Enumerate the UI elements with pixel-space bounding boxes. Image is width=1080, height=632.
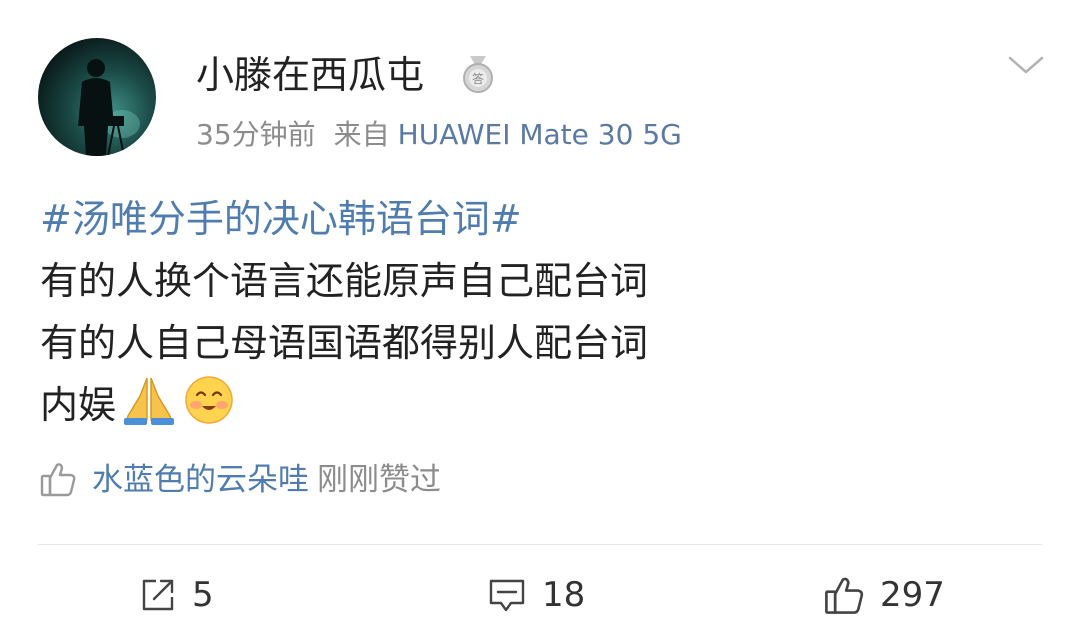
chevron-down-icon[interactable]: [1006, 50, 1046, 80]
like-button[interactable]: 297: [822, 570, 945, 620]
liked-status: 刚刚赞过: [317, 462, 441, 498]
username[interactable]: 小滕在西瓜屯: [196, 50, 424, 100]
divider: [38, 544, 1042, 545]
device-link[interactable]: HUAWEI Mate 30 5G: [398, 118, 682, 151]
post-time: 35分钟前: [196, 118, 316, 151]
avatar[interactable]: [38, 38, 156, 156]
post-line: 有的人换个语言还能原声自己配台词: [40, 259, 649, 303]
post-content: #汤唯分手的决心韩语台词# 有的人换个语言还能原声自己配台词 有的人自己母语国语…: [40, 188, 648, 436]
repost-share-icon: [142, 579, 174, 611]
blush-smile-emoji-icon: [185, 376, 233, 424]
pray-emoji-icon: [124, 377, 175, 425]
comment-icon: [489, 579, 525, 612]
source-prefix: 来自: [333, 118, 390, 151]
repost-button[interactable]: 5: [138, 570, 214, 620]
post-line: 有的人自己母语国语都得别人配台词: [40, 321, 649, 365]
post-line-with-emoji: 内娱: [40, 374, 648, 436]
comment-button[interactable]: 18: [486, 570, 585, 620]
repost-count: 5: [192, 575, 214, 615]
medal-badge-icon[interactable]: 答: [460, 54, 496, 94]
liked-by-row: 水蓝色的云朵哇 刚刚赞过: [38, 456, 441, 504]
post-line: 内娱: [40, 383, 117, 427]
svg-text:答: 答: [472, 71, 484, 86]
thumbs-up-icon: [40, 463, 76, 497]
like-thumbs-up-icon: [825, 577, 864, 614]
like-count: 297: [880, 575, 945, 615]
comment-count: 18: [542, 575, 586, 615]
post-meta: 35分钟前 来自 HUAWEI Mate 30 5G: [196, 113, 682, 157]
topic-hashtag-link[interactable]: #汤唯分手的决心韩语台词#: [40, 188, 648, 250]
liker-name-link[interactable]: 水蓝色的云朵哇: [92, 462, 309, 498]
avatar-silhouette-image: [78, 59, 140, 156]
